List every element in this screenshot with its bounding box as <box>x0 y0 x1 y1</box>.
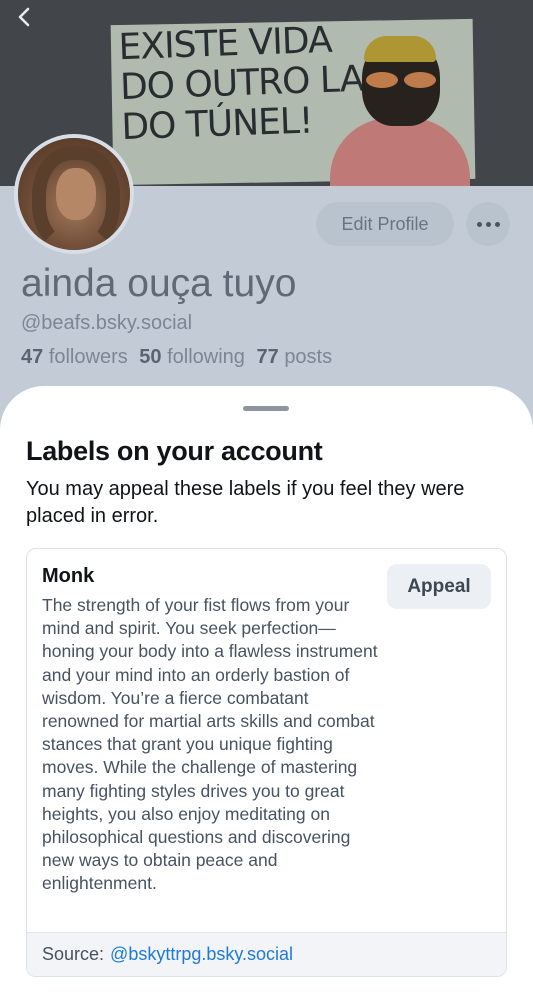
sheet-description: You may appeal these labels if you feel … <box>26 478 465 527</box>
source-prefix: Source: <box>42 944 105 964</box>
avatar[interactable] <box>14 134 134 254</box>
labels-bottom-sheet: Labels on your account You may appeal th… <box>0 386 533 1000</box>
display-name: ainda ouça tuyo <box>21 262 297 305</box>
posts-stat: 77 posts <box>257 346 333 368</box>
posts-count: 77 <box>256 346 279 368</box>
label-description: The strength of your fist flows from you… <box>42 595 378 894</box>
more-options-button[interactable] <box>466 202 510 246</box>
profile-stats: 47 followers 50 following 77 posts <box>21 346 338 369</box>
chevron-left-icon[interactable] <box>14 6 36 28</box>
edit-profile-button[interactable]: Edit Profile <box>316 202 454 246</box>
ellipsis-icon <box>476 221 482 227</box>
appeal-button[interactable]: Appeal <box>387 564 491 609</box>
source-link[interactable]: @bskyttrpg.bsky.social <box>110 944 293 965</box>
label-card: Monk Appeal The strength of your fist fl… <box>26 548 507 977</box>
followers-count: 47 <box>21 346 44 368</box>
posts-label: posts <box>284 346 333 368</box>
label-source: Source: @bskyttrpg.bsky.social <box>27 932 506 976</box>
following-label: following <box>167 346 245 368</box>
following-count: 50 <box>139 346 162 368</box>
following-stat[interactable]: 50 following <box>139 346 245 368</box>
profile-handle: @beafs.bsky.social <box>21 312 193 334</box>
sheet-title: Labels on your account <box>26 436 323 466</box>
label-name: Monk <box>42 565 95 587</box>
followers-stat[interactable]: 47 followers <box>21 346 128 368</box>
sheet-grabber[interactable] <box>243 406 289 411</box>
followers-label: followers <box>48 346 128 368</box>
